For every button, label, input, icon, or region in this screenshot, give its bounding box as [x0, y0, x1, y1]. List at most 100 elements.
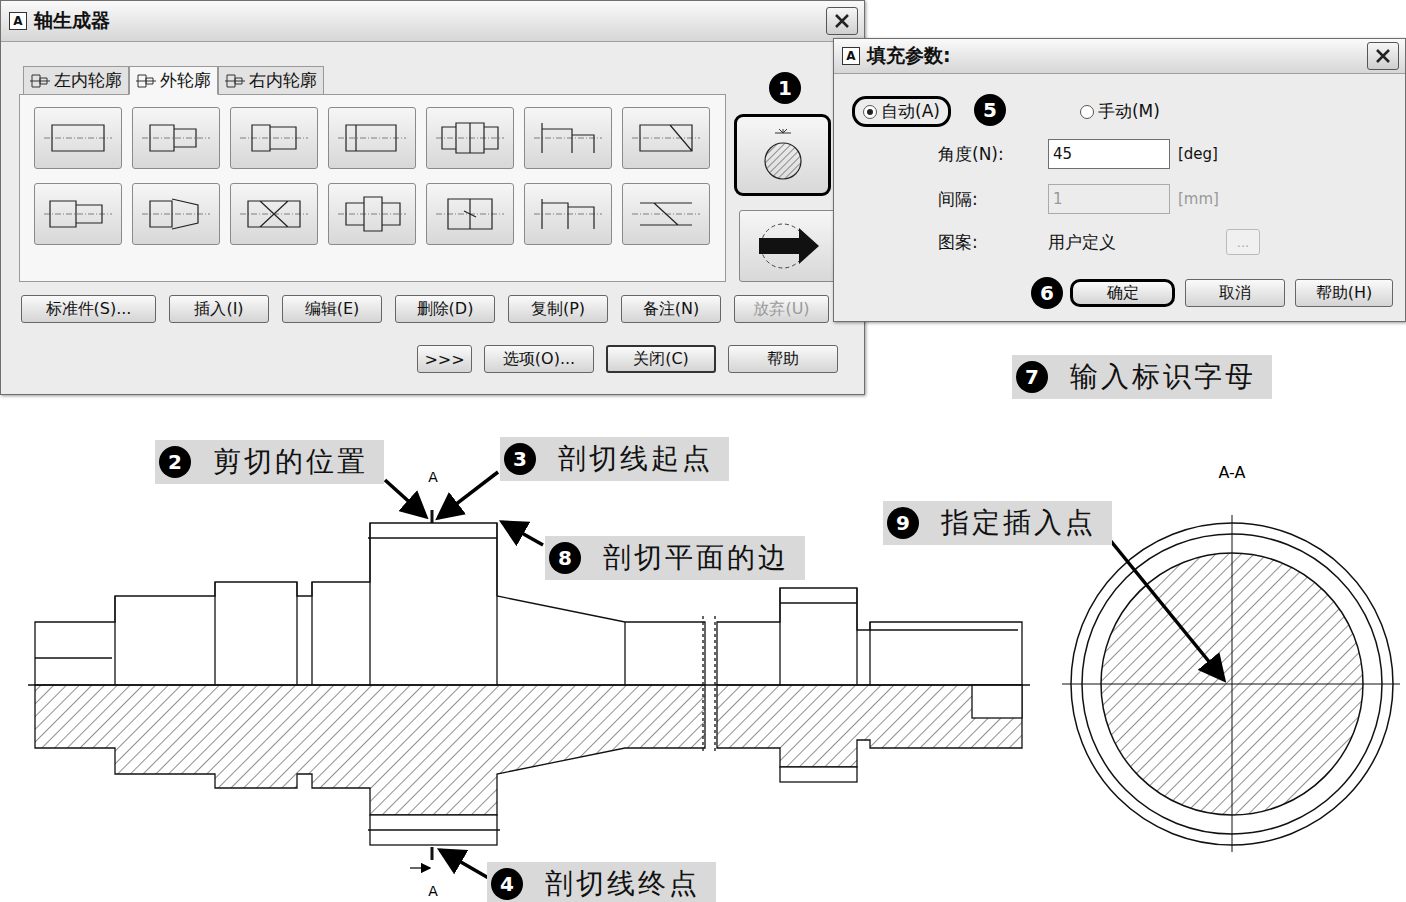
callout-label: 指定插入点: [941, 504, 1096, 542]
action-button[interactable]: 备注(N): [621, 295, 721, 323]
tool-button[interactable]: [132, 107, 220, 169]
button-row: 标准件(S)... 插入(I) 编辑(E) 删除(D) 复制(P) 备注(N) 放弃(U): [19, 295, 864, 323]
dialog-button[interactable]: 帮助: [728, 345, 838, 373]
shaft-section-icon: [434, 115, 506, 161]
callout-label: 输入标识字母: [1070, 358, 1256, 396]
field-unit: [mm]: [1170, 190, 1393, 208]
tool-button[interactable]: [426, 107, 514, 169]
title-bar: A轴生成器: [1, 1, 864, 42]
callout: 1: [769, 72, 801, 104]
shaft-section-icon: [532, 115, 604, 161]
callout-arrows: [385, 472, 1224, 880]
shaft-section-icon: [630, 191, 702, 237]
tab[interactable]: 右内轮廓: [218, 66, 324, 95]
field-unit: [deg]: [1170, 145, 1393, 163]
pattern-cell: 用户定义...: [1048, 229, 1393, 255]
callout: 9 指定插入点: [883, 501, 1112, 545]
window-title: 轴生成器: [34, 8, 110, 34]
field-label: 角度(N):: [938, 143, 1048, 166]
profile-icon: [136, 72, 156, 90]
action-button[interactable]: 删除(D): [395, 295, 495, 323]
callout: 7 输入标识字母: [1012, 355, 1272, 399]
tool-button[interactable]: [524, 183, 612, 245]
dialog-button[interactable]: 选项(O)...: [484, 345, 594, 373]
tool-button[interactable]: [328, 183, 416, 245]
tool-button[interactable]: [622, 107, 710, 169]
callout-number: 8: [549, 542, 581, 574]
callout: 8 剖切平面的边: [545, 536, 805, 580]
dialog-body: 自动(A)手动(M)角度(N):45[deg]间隔:1[mm]图案:用户定义..…: [834, 74, 1405, 321]
close-button[interactable]: [1367, 42, 1399, 70]
callout-number: 7: [1016, 361, 1048, 393]
hatched-section-icon: [753, 125, 813, 185]
tab[interactable]: 外轮廓: [129, 66, 218, 95]
tool-button[interactable]: [524, 107, 612, 169]
radio-option[interactable]: 自动(A): [852, 96, 951, 127]
action-button[interactable]: 复制(P): [508, 295, 608, 323]
radio-dot: [863, 105, 877, 119]
profile-icon: [225, 72, 245, 90]
close-icon: [1375, 48, 1391, 64]
tool-button[interactable]: [230, 183, 318, 245]
callout-label: 剖切平面的边: [603, 539, 789, 577]
shaft-section-icon: [140, 115, 212, 161]
callout: 5: [974, 94, 1006, 126]
shaft-section-icon: [42, 115, 114, 161]
shaft-section-icon: [532, 191, 604, 237]
shaft-generator-window: A轴生成器左内轮廓外轮廓右内轮廓标准件(S)...插入(I)编辑(E)删除(D)…: [0, 0, 865, 395]
top-area: 左内轮廓外轮廓右内轮廓: [19, 66, 864, 282]
close-icon: [834, 13, 850, 29]
field-label: 间隔:: [938, 188, 1048, 211]
tabs: 左内轮廓外轮廓右内轮廓: [19, 66, 726, 94]
tool-button[interactable]: [622, 183, 710, 245]
callout-number: 2: [159, 446, 191, 478]
field-grid: 角度(N):45[deg]间隔:1[mm]图案:用户定义...: [938, 139, 1393, 255]
tool-button[interactable]: [426, 183, 514, 245]
section-title: A-A: [1219, 463, 1246, 482]
callout-number: 6: [1031, 277, 1063, 309]
callout-number: 9: [887, 507, 919, 539]
radio-dot: [1080, 105, 1094, 119]
window-body: 左内轮廓外轮廓右内轮廓标准件(S)...插入(I)编辑(E)删除(D)复制(P)…: [1, 42, 864, 373]
shaft-section-icon: [434, 191, 506, 237]
callout: 2 剪切的位置: [155, 440, 384, 484]
callout-number: 3: [504, 443, 536, 475]
action-button[interactable]: 标准件(S)...: [21, 295, 156, 323]
dialog-button[interactable]: 确定: [1070, 279, 1175, 307]
action-button[interactable]: 放弃(U): [734, 295, 829, 323]
callout-number: 5: [974, 94, 1006, 126]
pattern-button[interactable]: ...: [1226, 229, 1260, 255]
callout-label: 剖切线终点: [545, 865, 700, 902]
shaft-section-icon: [238, 115, 310, 161]
shaft-view: [28, 510, 1030, 868]
close-button[interactable]: [826, 7, 858, 35]
radio-row: 自动(A) 手动(M): [852, 96, 1393, 127]
section-button[interactable]: [734, 114, 831, 196]
tool-button[interactable]: [328, 107, 416, 169]
dialog-button[interactable]: 取消: [1185, 279, 1285, 307]
shaft-section-icon: [238, 191, 310, 237]
action-button[interactable]: 编辑(E): [282, 295, 382, 323]
tool-button[interactable]: [34, 107, 122, 169]
shaft-section-icon: [42, 191, 114, 237]
profile-icon: [30, 72, 50, 90]
app-icon: A: [842, 47, 860, 65]
tool-button[interactable]: [132, 183, 220, 245]
cut-letter: A: [428, 469, 438, 485]
dialog-button[interactable]: >>>: [417, 345, 472, 373]
shaft-section-icon: [336, 115, 408, 161]
callout: 3剖切线起点: [500, 437, 729, 481]
tool-button[interactable]: [34, 183, 122, 245]
section-view-button[interactable]: [739, 210, 836, 282]
radio-option[interactable]: 手动(M): [1069, 96, 1171, 127]
pattern-value: 用户定义: [1048, 231, 1226, 254]
action-button[interactable]: 插入(I): [169, 295, 269, 323]
section-view-icon: [753, 218, 823, 274]
tab[interactable]: 左内轮廓: [23, 66, 129, 95]
callout-label: 剪切的位置: [213, 443, 368, 481]
field-input[interactable]: 45: [1048, 139, 1170, 169]
tool-button[interactable]: [230, 107, 318, 169]
dialog-button[interactable]: 关闭(C): [606, 345, 716, 373]
dialog-button[interactable]: 帮助(H): [1295, 279, 1393, 307]
callout: 6: [1031, 277, 1063, 309]
